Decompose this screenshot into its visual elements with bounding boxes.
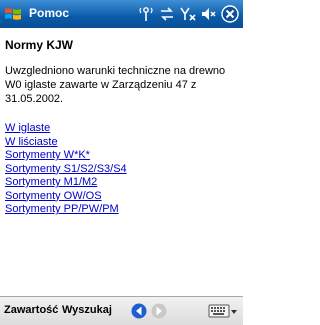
link-sortymenty-wk[interactable]: Sortymenty W*K* [5,149,90,161]
link-sortymenty-pp-pw-pm[interactable]: Sortymenty PP/PW/PM [5,203,119,215]
list-item: Sortymenty PP/PW/PM [5,203,239,217]
link-w-iglaste[interactable]: W iglaste [5,122,50,134]
back-arrow-icon[interactable] [131,303,147,319]
status-icons [137,5,239,23]
list-item: W iglaste [5,122,239,136]
signal-icon[interactable] [137,5,155,23]
title-bar: Pomoc [0,0,243,28]
forward-arrow-icon[interactable] [151,303,167,319]
keyboard-icon[interactable] [208,303,238,319]
search-menu-button[interactable]: Wyszukaj [62,304,112,316]
topic-link-list: W iglaste W liściaste Sortymenty W*K* So… [5,122,239,217]
page-heading: Normy KJW [5,38,74,52]
list-item: Sortymenty W*K* [5,149,239,163]
no-signal-icon[interactable] [179,5,197,23]
menu-bar: Zawartość Wyszukaj [0,296,243,325]
link-w-lisciaste[interactable]: W liściaste [5,136,58,148]
sync-icon[interactable] [158,5,176,23]
help-content: Normy KJW Uwzgledniono warunki techniczn… [5,38,239,217]
list-item: Sortymenty OW/OS [5,190,239,204]
list-item: Sortymenty M1/M2 [5,176,239,190]
close-icon[interactable] [221,5,239,23]
window-title: Pomoc [29,6,70,20]
link-sortymenty-m1-m2[interactable]: Sortymenty M1/M2 [5,176,97,188]
list-item: W liściaste [5,136,239,150]
speaker-icon[interactable] [200,5,218,23]
contents-menu-button[interactable]: Zawartość [4,304,58,316]
link-sortymenty-s1-s4[interactable]: Sortymenty S1/S2/S3/S4 [5,163,127,175]
link-sortymenty-ow-os[interactable]: Sortymenty OW/OS [5,190,102,202]
list-item: Sortymenty S1/S2/S3/S4 [5,163,239,177]
description-text: Uwzgledniono warunki techniczne na drewn… [5,65,226,105]
windows-start-icon[interactable] [4,6,22,22]
